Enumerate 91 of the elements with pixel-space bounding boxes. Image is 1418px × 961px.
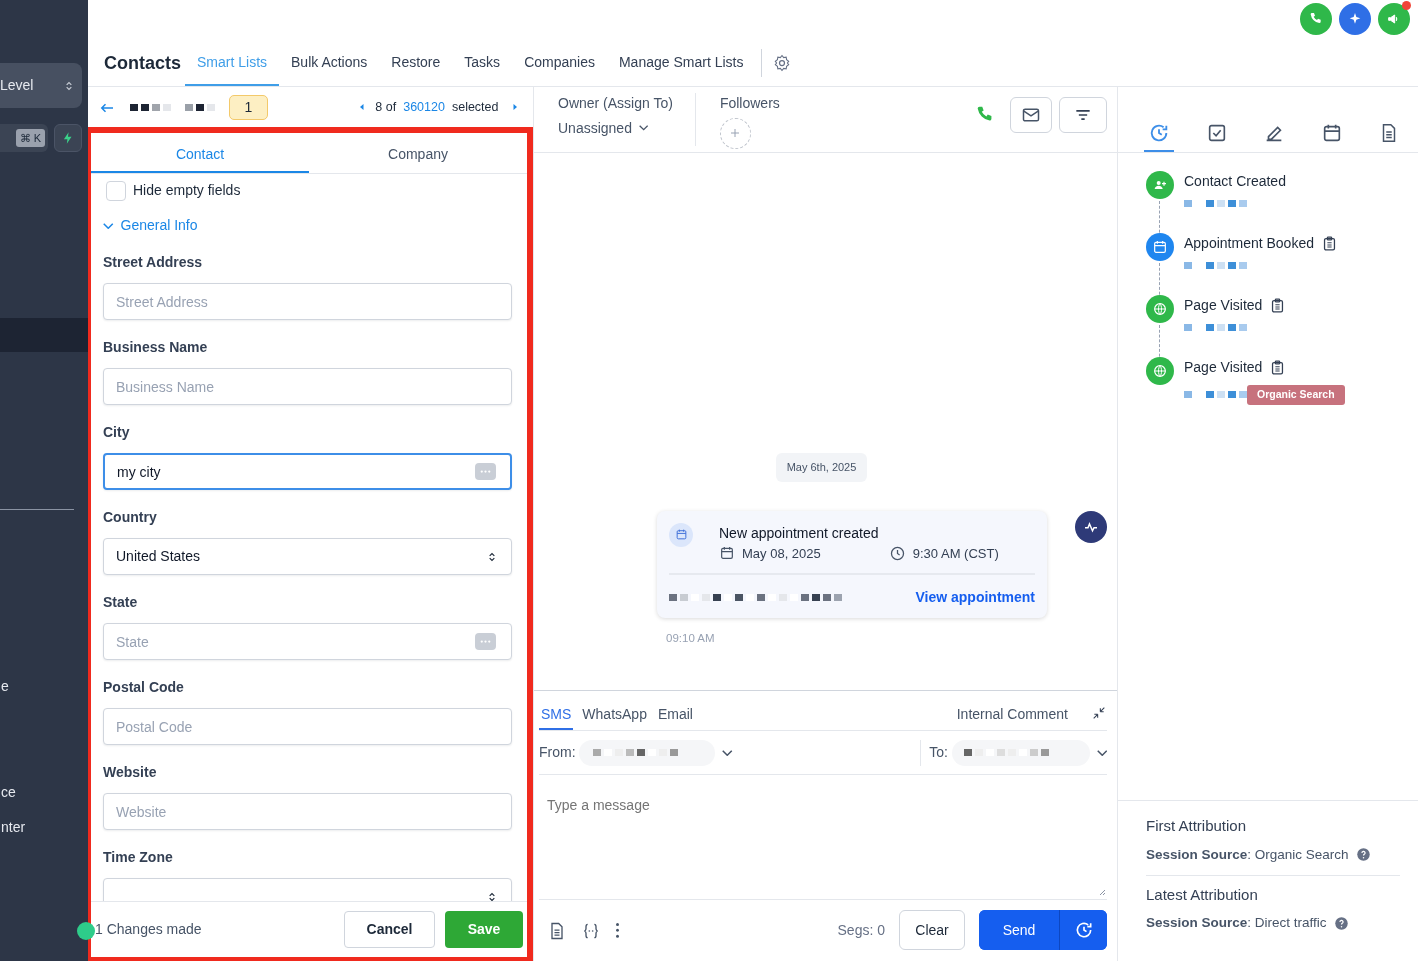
field-label: City (103, 423, 131, 442)
attribution-source: Session Source: Organic Search (1146, 845, 1349, 864)
quick-action-button[interactable] (54, 124, 82, 152)
pager-position: 8 of (375, 98, 397, 116)
sidebar-item[interactable]: e (1, 676, 9, 697)
nav-tab[interactable]: Companies (512, 40, 607, 86)
clock-icon (888, 544, 906, 562)
event-title: Page Visited (1184, 296, 1263, 315)
field-label: Website (103, 763, 158, 782)
chevron-icon (638, 125, 649, 131)
calendar-icon (719, 545, 735, 562)
select-field[interactable]: United States (103, 538, 512, 575)
help-icon (1333, 915, 1349, 931)
total-link[interactable]: 360120 (403, 97, 445, 117)
pixelated-text (1184, 324, 1247, 331)
to-label: To: (929, 743, 948, 762)
shortcut-key: ⌘ K (15, 128, 45, 148)
input-field[interactable]: Website (103, 793, 512, 830)
event-date: May 08, 2025 (742, 544, 821, 563)
field-label: Business Name (103, 338, 209, 357)
collapse-handle[interactable] (77, 922, 95, 940)
form-tab[interactable]: Company (309, 133, 527, 173)
pixelated-text (1184, 262, 1247, 269)
attribution-title: First Attribution (1146, 816, 1248, 836)
message-time: 09:10 AM (666, 631, 716, 646)
input-field[interactable]: State (103, 623, 512, 660)
from-label: From: (539, 743, 576, 762)
followers-label: Followers (719, 94, 780, 113)
location-switcher[interactable]: Level (0, 63, 82, 108)
chevron-icon (722, 750, 733, 757)
owner-dropdown[interactable]: Unassigned (558, 117, 673, 139)
event-title: Page Visited (1184, 358, 1263, 377)
field-label: Postal Code (103, 678, 185, 697)
clear-button[interactable]: Clear (899, 910, 965, 950)
input-field[interactable]: Business Name (103, 368, 512, 405)
sparkle-button[interactable] (1339, 3, 1371, 35)
field-label: Country (103, 508, 158, 527)
phone-button[interactable] (1300, 3, 1332, 35)
help-icon (1355, 847, 1371, 863)
view-appointment-link[interactable]: View appointment (915, 587, 1035, 608)
pager-suffix: selected (451, 98, 499, 116)
attribution-title: Latest Attribution (1146, 884, 1259, 905)
email-button[interactable] (1010, 97, 1052, 133)
nav-tab[interactable]: Tasks (452, 40, 513, 86)
input-field[interactable]: Postal Code (103, 708, 512, 745)
history-icon (1148, 122, 1170, 144)
megaphone-button[interactable] (1378, 3, 1410, 35)
field-label: Time Zone (103, 848, 174, 867)
schedule-button[interactable] (1059, 910, 1107, 950)
switcher-label: Level (0, 76, 34, 95)
nav-tab[interactable]: Bulk Actions (279, 40, 380, 86)
pixelated-text (1184, 391, 1247, 398)
section-toggle[interactable]: General Info (103, 215, 198, 236)
search-field[interactable]: ⌘ K (0, 124, 48, 152)
attribution-source: Session Source: Direct traffic (1146, 914, 1327, 933)
sidebar-item[interactable]: ce (1, 782, 16, 803)
page-title: Contacts (104, 51, 181, 75)
segment-count: Segs: 0 (837, 920, 885, 940)
count-badge: 1 (229, 94, 268, 120)
event-title: Contact Created (1184, 172, 1286, 191)
source-tag: Organic Search (1247, 385, 1345, 405)
field-label: Street Address (103, 253, 204, 272)
internal-comment-tab[interactable]: Internal Comment (954, 700, 1070, 730)
input-field[interactable]: Street Address (103, 283, 512, 320)
hide-empty-checkbox[interactable] (106, 180, 126, 201)
mail-icon (1021, 105, 1041, 125)
owner-label: Owner (Assign To) (558, 94, 673, 113)
changes-count: 1 Changes made (95, 920, 202, 939)
chevron-icon (1096, 750, 1107, 757)
event-title: New appointment created (719, 523, 880, 543)
channel-tab[interactable]: WhatsApp (580, 700, 649, 730)
chevron-icon (103, 222, 114, 229)
channel-tab[interactable]: SMS (539, 700, 574, 730)
more-options-icon (615, 922, 620, 940)
event-title: Appointment Booked (1184, 234, 1314, 253)
nav-tab[interactable]: Restore (379, 40, 453, 86)
date-chip: May 6th, 2025 (775, 453, 868, 482)
field-label: State (103, 593, 139, 612)
nav-tab[interactable]: Manage Smart Lists (606, 40, 756, 86)
form-tab[interactable]: Contact (91, 133, 309, 173)
event-time: 9:30 AM (CST) (912, 544, 999, 563)
to-number-chip[interactable] (951, 739, 1090, 766)
from-number-chip[interactable] (579, 739, 716, 766)
pixelated-text (1184, 200, 1247, 207)
calendar-badge-icon (669, 522, 693, 547)
sidebar-item[interactable]: nter (1, 817, 26, 838)
channel-tab[interactable]: Email (655, 700, 695, 730)
filter-button[interactable] (1059, 97, 1107, 133)
input-field[interactable]: my city (103, 453, 512, 490)
cancel-button[interactable]: Cancel (344, 911, 435, 948)
checkbox-label: Hide empty fields (133, 181, 241, 200)
